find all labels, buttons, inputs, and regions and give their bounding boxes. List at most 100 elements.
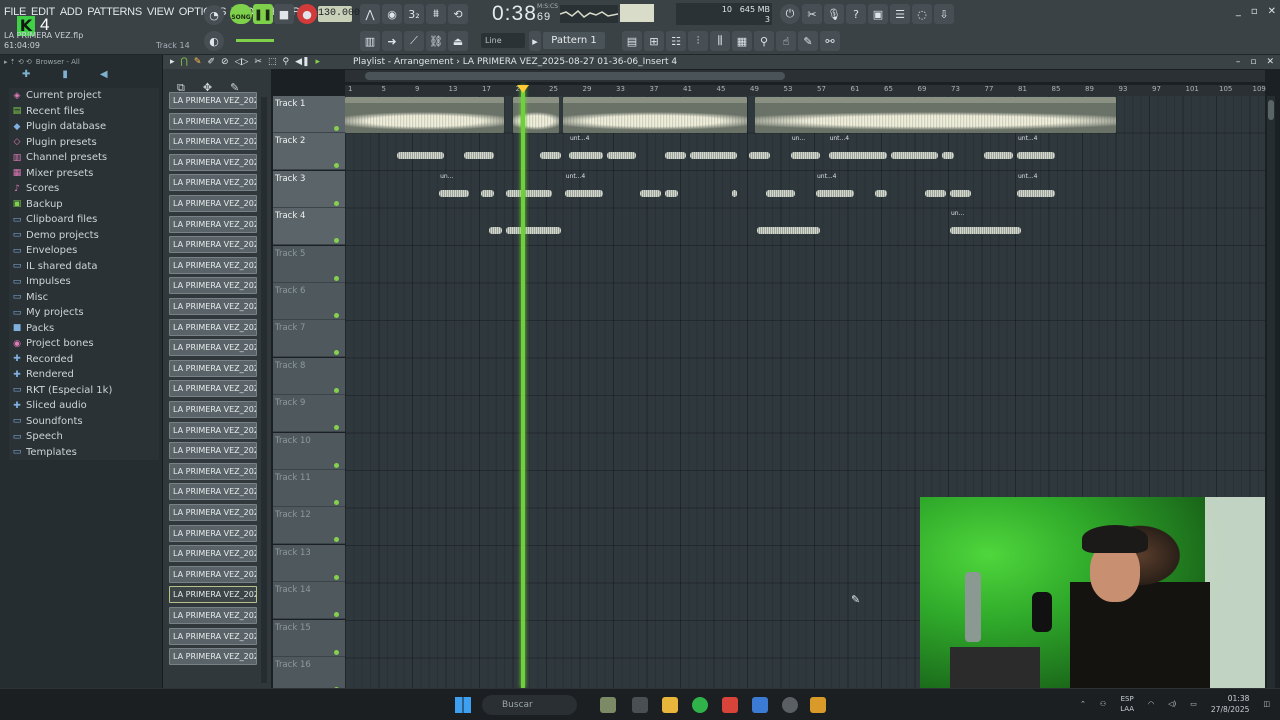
browser-item[interactable]: ✚ Recorded xyxy=(9,352,159,368)
track-mute-icon[interactable] xyxy=(334,200,339,206)
channel-item[interactable]: LA PRIMERA VEZ_2025-0... xyxy=(169,359,257,377)
track-header[interactable]: Track 3 xyxy=(273,170,345,208)
file-explorer-icon[interactable] xyxy=(662,697,678,713)
track-mute-icon[interactable] xyxy=(334,649,339,655)
track-header[interactable]: Track 7 xyxy=(273,320,345,358)
pattern-prev-icon[interactable]: ▸ xyxy=(529,31,541,51)
audio-clip[interactable] xyxy=(923,172,948,206)
channel-item[interactable]: LA PRIMERA VEZ_2025-0... xyxy=(169,256,257,274)
volume-icon[interactable]: ◁) xyxy=(1168,700,1176,708)
brave-browser-icon[interactable] xyxy=(722,697,738,713)
browser-item[interactable]: ▭ Templates xyxy=(9,445,159,461)
playlist-vertical-scrollbar[interactable] xyxy=(1267,96,1275,688)
play-pause-button[interactable]: ❚❚ xyxy=(253,4,273,24)
browser-item[interactable]: ▭ Speech xyxy=(9,429,159,445)
browser-item[interactable]: ▥ Channel presets xyxy=(9,150,159,166)
audio-clip[interactable]: unt...4 xyxy=(567,134,605,168)
audio-clip[interactable] xyxy=(487,209,504,243)
close-button[interactable]: ✕ xyxy=(1268,6,1276,17)
track-header[interactable]: Track 4 xyxy=(273,208,345,246)
channel-item[interactable]: LA PRIMERA VEZ_2025-0... xyxy=(169,153,257,171)
playlist-arrow-icon[interactable]: ▸ xyxy=(170,55,175,69)
audio-clip[interactable] xyxy=(764,172,798,206)
audio-clip[interactable]: [FREE] FEID x MORA TYPE BEAT - ME ARREPE… xyxy=(755,97,1116,133)
browser-item[interactable]: ▭ Clipboard files xyxy=(9,212,159,228)
channel-item[interactable]: LA PRIMERA VEZ_2025-0... xyxy=(169,195,257,212)
channel-item[interactable]: LA PRIMERA VEZ_2025-0... xyxy=(169,215,257,233)
channel-item[interactable]: LA PRIMERA VEZ_2025-0... xyxy=(169,92,257,109)
metronome-knob-icon[interactable]: ◔ xyxy=(204,5,224,25)
track-mute-icon[interactable] xyxy=(334,313,339,318)
playback-tool-icon[interactable]: ◀❚ xyxy=(295,55,309,69)
playlist-magnet-icon[interactable]: ⋂ xyxy=(181,55,188,69)
track-mute-icon[interactable] xyxy=(334,126,339,131)
channel-item[interactable]: LA PRIMERA VEZ_2025-0... xyxy=(169,133,257,151)
playlist-pattern-icon[interactable]: ▸ xyxy=(316,55,321,69)
audio-clip[interactable]: [FREE] FEID x MORA TYPE BEAT - ME ARREPE… xyxy=(562,97,747,133)
audio-clip[interactable]: [FREE] FEID x MORA TYPE BEAT - ME ARREPE… xyxy=(345,97,505,133)
microphone-icon[interactable]: 🎙 xyxy=(824,4,844,24)
audio-clip[interactable]: unt...4 xyxy=(827,134,890,168)
pattern-selector[interactable]: Pattern 1 xyxy=(543,32,605,49)
mixer-icon[interactable]: ☰ xyxy=(890,4,910,24)
minimize-button[interactable]: _ xyxy=(1236,6,1241,17)
notifications-icon[interactable]: ◫ xyxy=(1263,700,1270,708)
scroll-thumb[interactable] xyxy=(365,72,785,80)
channel-item[interactable]: LA PRIMERA VEZ_2025-0... xyxy=(169,565,257,583)
channel-item[interactable]: LA PRIMERA VEZ_2025-0... xyxy=(169,607,257,624)
link-icon[interactable]: ⛓ xyxy=(426,31,446,51)
audio-clip[interactable]: unt...4 xyxy=(1015,134,1057,168)
channel-item[interactable]: LA PRIMERA VEZ_2025-0... xyxy=(169,504,257,521)
audio-clip[interactable] xyxy=(889,134,939,168)
countdown-icon[interactable]: 3₂ xyxy=(404,4,424,24)
obs-icon[interactable] xyxy=(782,697,798,713)
track-mute-icon[interactable] xyxy=(334,387,339,393)
audio-clip[interactable] xyxy=(873,172,890,206)
chat-icon[interactable]: ◌ xyxy=(912,4,932,24)
browser-item[interactable]: ▭ Demo projects xyxy=(9,228,159,244)
audio-clip[interactable] xyxy=(982,134,1016,168)
audio-clip[interactable] xyxy=(395,134,445,168)
channel-item[interactable]: LA PRIMERA VEZ_2025-0... xyxy=(169,462,257,480)
track-mute-icon[interactable] xyxy=(334,462,339,468)
channel-item[interactable]: LA PRIMERA VEZ_2025-0... xyxy=(169,112,257,130)
tray-app-icon[interactable]: ⚇ xyxy=(1100,700,1106,708)
stop-button[interactable]: ■ xyxy=(274,4,294,24)
track-mute-icon[interactable] xyxy=(334,163,339,169)
audio-clip[interactable] xyxy=(688,134,738,168)
browser-item[interactable]: ▣ Backup xyxy=(9,197,159,213)
windows-start-icon[interactable] xyxy=(455,697,471,713)
audio-clip[interactable] xyxy=(730,172,738,206)
audio-clip[interactable]: [FRE...PENTI xyxy=(512,97,559,133)
channel-item[interactable]: LA PRIMERA VEZ_2025-0... xyxy=(169,524,257,542)
language-indicator[interactable]: ESP LAA xyxy=(1120,694,1134,714)
undo-history-icon[interactable]: ⏻ xyxy=(780,4,800,24)
track-header[interactable]: Track 1 xyxy=(273,96,345,133)
audio-clip[interactable]: unt...4 xyxy=(563,172,605,206)
menu-view[interactable]: VIEW xyxy=(147,6,174,18)
maximize-button[interactable]: ▫ xyxy=(1251,6,1258,17)
zoom-tool-icon[interactable]: ⚲ xyxy=(282,55,289,69)
save-icon[interactable]: ▣ xyxy=(868,4,888,24)
browser-item[interactable]: ✚ Sliced audio xyxy=(9,398,159,414)
browser-item[interactable]: ◉ Project bones xyxy=(9,336,159,352)
playlist-maximize-button[interactable]: ▫ xyxy=(1250,55,1256,69)
channel-list-scrollbar[interactable] xyxy=(261,97,267,683)
step-edit-icon[interactable]: ⩩ xyxy=(426,4,446,24)
track-mute-icon[interactable] xyxy=(334,500,339,505)
browser-item[interactable]: ▦ Mixer presets xyxy=(9,166,159,182)
audio-clip[interactable] xyxy=(948,172,973,206)
channel-item[interactable]: LA PRIMERA VEZ_2025-0... xyxy=(169,339,257,357)
track-header[interactable]: Track 14 xyxy=(273,582,345,620)
pattern-song-toggle[interactable]: SONG xyxy=(230,4,252,24)
browser-item[interactable]: ▭ Misc xyxy=(9,290,159,306)
playhead[interactable] xyxy=(520,85,525,688)
browser-item[interactable]: ◆ Plugin database xyxy=(9,119,159,135)
browser-item[interactable]: ▭ Soundfonts xyxy=(9,414,159,430)
channel-item[interactable]: LA PRIMERA VEZ_2025-0... xyxy=(169,380,257,398)
whatsapp-icon[interactable] xyxy=(692,697,708,713)
playlist-close-button[interactable]: ✕ xyxy=(1266,55,1274,69)
wifi-icon[interactable]: ◠ xyxy=(1148,700,1154,708)
mixer-faders-icon[interactable]: ⫼ xyxy=(710,31,730,51)
audio-clip[interactable]: unt...4 xyxy=(1015,172,1057,206)
